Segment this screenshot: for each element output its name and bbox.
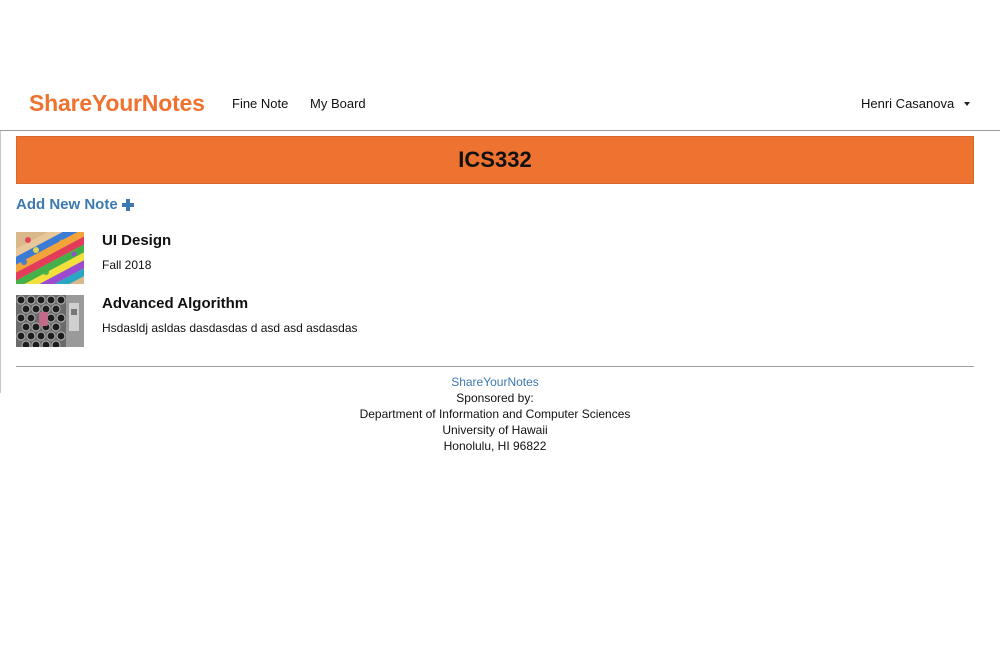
add-new-note-link[interactable]: Add New Note [16,196,134,213]
note-item[interactable]: UI Design Fall 2018 [16,232,716,284]
note-item[interactable]: Advanced Algorithm Hsdasldj asldas dasda… [16,295,716,347]
footer: ShareYourNotes Sponsored by: Department … [0,374,990,454]
course-title: ICS332 [458,147,532,172]
footer-address: Honolulu, HI 96822 [443,439,547,453]
plus-icon [121,198,134,211]
footer-sponsored-by: Sponsored by: [456,391,534,405]
brand-logo-link[interactable]: ShareYourNotes [29,90,205,117]
left-border [0,131,1,393]
note-title[interactable]: Advanced Algorithm [102,295,248,312]
nav-my-board[interactable]: My Board [310,96,366,111]
note-description: Hsdasldj asldas dasdasdas d asd asd asda… [102,321,358,335]
footer-university: University of Hawaii [442,423,548,437]
note-description: Fall 2018 [102,258,152,272]
footer-divider [16,366,974,367]
footer-brand-link[interactable]: ShareYourNotes [451,375,539,389]
course-banner: ICS332 [16,136,974,184]
hexagon-mesh-image [16,295,84,347]
user-name: Henri Casanova [861,96,955,111]
colored-pencils-image [16,232,84,284]
note-title[interactable]: UI Design [102,232,171,249]
footer-department: Department of Information and Computer S… [359,407,631,421]
caret-down-icon [964,101,971,106]
page: ShareYourNotes Fine Note My Board Henri … [0,0,1000,667]
top-navbar: ShareYourNotes Fine Note My Board Henri … [0,78,1000,131]
add-new-note-label: Add New Note [16,196,118,213]
user-menu-dropdown[interactable]: Henri Casanova [861,96,971,111]
nav-fine-note[interactable]: Fine Note [232,96,288,111]
